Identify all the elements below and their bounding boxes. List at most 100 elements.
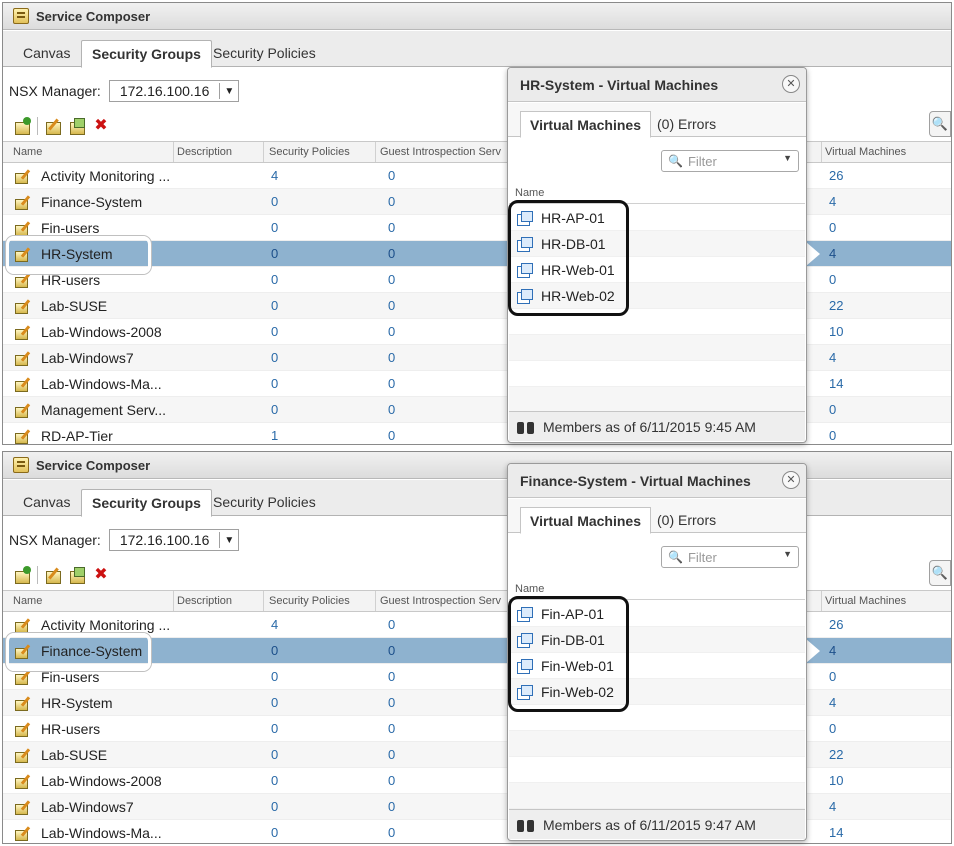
table-row[interactable]: Lab-Windows-2008 0 0 10 (3, 319, 951, 345)
column-header-name[interactable]: Name (13, 595, 42, 607)
row-guest-introspection[interactable]: 0 (388, 246, 395, 261)
row-virtual-machines[interactable]: 4 (829, 695, 836, 710)
row-security-policies[interactable]: 0 (271, 773, 278, 788)
table-row[interactable]: Lab-Windows-Ma... 0 0 14 (3, 820, 951, 843)
row-security-policies[interactable]: 0 (271, 643, 278, 658)
row-virtual-machines[interactable]: 0 (829, 428, 836, 443)
row-security-policies[interactable]: 1 (271, 428, 278, 443)
add-security-group-icon[interactable] (13, 566, 31, 584)
copy-icon[interactable] (68, 566, 86, 584)
table-row[interactable]: Lab-SUSE 0 0 22 (3, 742, 951, 768)
row-guest-introspection[interactable]: 0 (388, 825, 395, 840)
column-header-description[interactable]: Description (177, 146, 232, 158)
table-row[interactable]: Lab-Windows7 0 0 4 (3, 794, 951, 820)
row-virtual-machines[interactable]: 0 (829, 272, 836, 287)
row-security-policies[interactable]: 0 (271, 695, 278, 710)
row-virtual-machines[interactable]: 22 (829, 298, 843, 313)
add-security-group-icon[interactable] (13, 117, 31, 135)
row-security-policies[interactable]: 0 (271, 799, 278, 814)
row-security-policies[interactable]: 0 (271, 246, 278, 261)
row-security-policies[interactable]: 4 (271, 617, 278, 632)
row-guest-introspection[interactable]: 0 (388, 695, 395, 710)
row-guest-introspection[interactable]: 0 (388, 194, 395, 209)
row-security-policies[interactable]: 0 (271, 194, 278, 209)
tab-errors[interactable]: (0) Errors (648, 111, 725, 138)
column-header-security-policies[interactable]: Security Policies (269, 146, 350, 158)
row-security-policies[interactable]: 0 (271, 376, 278, 391)
table-row[interactable]: HR-users 0 0 0 (3, 716, 951, 742)
row-virtual-machines[interactable]: 22 (829, 747, 843, 762)
column-header-description[interactable]: Description (177, 595, 232, 607)
tab-security-groups[interactable]: Security Groups (81, 40, 212, 68)
filter-input[interactable]: 🔍 Filter ▼ (661, 546, 799, 568)
delete-icon[interactable]: ✖ (92, 566, 110, 584)
close-icon[interactable]: ✕ (782, 75, 800, 93)
row-virtual-machines[interactable]: 4 (829, 350, 836, 365)
table-row[interactable]: Lab-SUSE 0 0 22 (3, 293, 951, 319)
search-icon[interactable]: 🔍 (929, 111, 951, 137)
row-guest-introspection[interactable]: 0 (388, 272, 395, 287)
row-security-policies[interactable]: 0 (271, 298, 278, 313)
tab-canvas[interactable]: Canvas (13, 40, 80, 68)
column-header-guest-introspection[interactable]: Guest Introspection Serv (380, 146, 501, 158)
column-header-name[interactable]: Name (13, 146, 42, 158)
row-security-policies[interactable]: 0 (271, 324, 278, 339)
nsx-manager-select[interactable]: 172.16.100.16 ▼ (108, 529, 240, 551)
table-row[interactable]: Lab-Windows7 0 0 4 (3, 345, 951, 371)
row-guest-introspection[interactable]: 0 (388, 402, 395, 417)
copy-icon[interactable] (68, 117, 86, 135)
nsx-manager-select[interactable]: 172.16.100.16 ▼ (108, 80, 240, 102)
row-guest-introspection[interactable]: 0 (388, 350, 395, 365)
row-security-policies[interactable]: 0 (271, 272, 278, 287)
table-row[interactable]: RD-AP-Tier 1 0 0 (3, 423, 951, 444)
row-virtual-machines[interactable]: 10 (829, 324, 843, 339)
edit-icon[interactable] (44, 566, 62, 584)
table-row[interactable]: Activity Monitoring ... 4 0 26 (3, 163, 951, 189)
column-header-guest-introspection[interactable]: Guest Introspection Serv (380, 595, 501, 607)
table-row[interactable]: HR-System 0 0 4 (3, 690, 951, 716)
filter-input[interactable]: 🔍 Filter ▼ (661, 150, 799, 172)
row-guest-introspection[interactable]: 0 (388, 220, 395, 235)
tab-security-policies[interactable]: Security Policies (203, 489, 326, 517)
tab-security-groups[interactable]: Security Groups (81, 489, 212, 517)
delete-icon[interactable]: ✖ (92, 117, 110, 135)
row-virtual-machines[interactable]: 4 (829, 643, 836, 658)
table-row[interactable]: Management Serv... 0 0 0 (3, 397, 951, 423)
column-header-security-policies[interactable]: Security Policies (269, 595, 350, 607)
row-virtual-machines[interactable]: 4 (829, 194, 836, 209)
tab-virtual-machines[interactable]: Virtual Machines (520, 111, 652, 138)
row-guest-introspection[interactable]: 0 (388, 643, 395, 658)
tab-errors[interactable]: (0) Errors (648, 507, 725, 534)
row-virtual-machines[interactable]: 4 (829, 799, 836, 814)
row-security-policies[interactable]: 0 (271, 747, 278, 762)
row-virtual-machines[interactable]: 14 (829, 825, 843, 840)
row-virtual-machines[interactable]: 26 (829, 617, 843, 632)
row-guest-introspection[interactable]: 0 (388, 721, 395, 736)
row-virtual-machines[interactable]: 26 (829, 168, 843, 183)
row-security-policies[interactable]: 4 (271, 168, 278, 183)
row-virtual-machines[interactable]: 0 (829, 669, 836, 684)
row-virtual-machines[interactable]: 0 (829, 402, 836, 417)
row-security-policies[interactable]: 0 (271, 350, 278, 365)
row-guest-introspection[interactable]: 0 (388, 428, 395, 443)
column-header-virtual-machines[interactable]: Virtual Machines (825, 146, 906, 158)
row-guest-introspection[interactable]: 0 (388, 747, 395, 762)
row-guest-introspection[interactable]: 0 (388, 376, 395, 391)
row-guest-introspection[interactable]: 0 (388, 298, 395, 313)
tab-canvas[interactable]: Canvas (13, 489, 80, 517)
row-guest-introspection[interactable]: 0 (388, 324, 395, 339)
row-virtual-machines[interactable]: 10 (829, 773, 843, 788)
row-guest-introspection[interactable]: 0 (388, 617, 395, 632)
row-security-policies[interactable]: 0 (271, 402, 278, 417)
table-row[interactable]: Lab-Windows-Ma... 0 0 14 (3, 371, 951, 397)
edit-icon[interactable] (44, 117, 62, 135)
row-virtual-machines[interactable]: 0 (829, 220, 836, 235)
row-security-policies[interactable]: 0 (271, 825, 278, 840)
tab-virtual-machines[interactable]: Virtual Machines (520, 507, 652, 534)
row-security-policies[interactable]: 0 (271, 220, 278, 235)
column-header-virtual-machines[interactable]: Virtual Machines (825, 595, 906, 607)
table-row[interactable]: Finance-System 0 0 4 (3, 189, 951, 215)
row-guest-introspection[interactable]: 0 (388, 773, 395, 788)
close-icon[interactable]: ✕ (782, 471, 800, 489)
table-row[interactable]: Lab-Windows-2008 0 0 10 (3, 768, 951, 794)
